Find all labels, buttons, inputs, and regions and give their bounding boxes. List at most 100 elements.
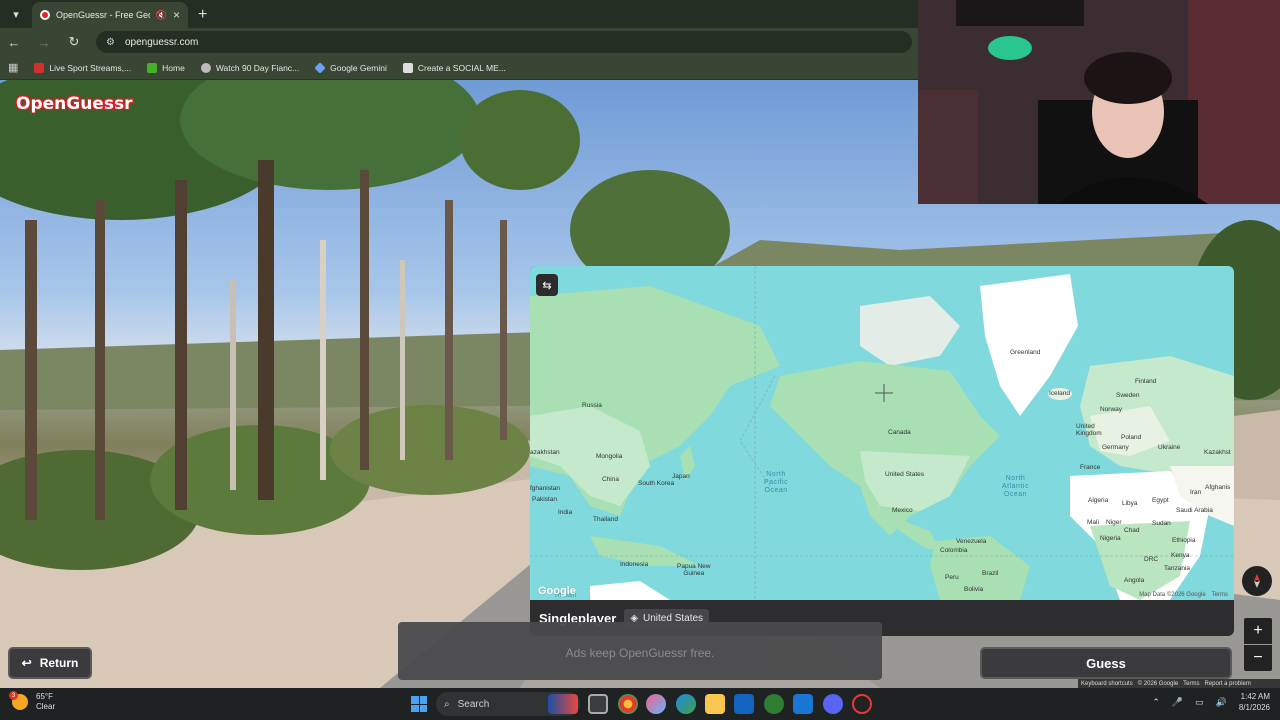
- tab-title: OpenGuessr - Free GeoGue: [56, 10, 150, 20]
- map-label-mexico: Mexico: [892, 507, 913, 514]
- google-map-logo: Google: [538, 585, 576, 597]
- map-label-norway: Norway: [1100, 406, 1123, 413]
- map-label-germany: Germany: [1102, 444, 1129, 451]
- map-label-russia: Russia: [582, 402, 602, 409]
- bookmark-label: Live Sport Streams,...: [49, 62, 132, 73]
- start-button[interactable]: [411, 696, 427, 712]
- bookmark-gemini[interactable]: Google Gemini: [314, 61, 387, 74]
- map-attribution: Map Data ©2026 Google Terms: [1139, 592, 1228, 598]
- map-label-drc: DRC: [1144, 556, 1159, 563]
- bookmark-social[interactable]: Create a SOCIAL ME...: [402, 62, 506, 73]
- return-button[interactable]: ↩ Return: [8, 647, 92, 679]
- map-label-chad: Chad: [1124, 527, 1140, 534]
- world-map[interactable]: ⇆ Greenland Iceland Finland Sweden Norwa…: [530, 266, 1234, 600]
- forward-button[interactable]: →: [36, 35, 52, 50]
- app-icon[interactable]: [852, 694, 872, 714]
- volume-icon[interactable]: 🔊: [1216, 697, 1227, 708]
- task-view-icon[interactable]: [588, 694, 608, 714]
- map-data-attribution: Map Data ©2026 Google: [1139, 592, 1206, 598]
- map-label-afghanistan-east: Afghanis: [1205, 484, 1231, 491]
- map-label-angola: Angola: [1124, 577, 1145, 584]
- map-terms-link[interactable]: Terms: [1212, 592, 1228, 598]
- clock[interactable]: 1:42 AM 8/1/2026: [1239, 691, 1270, 713]
- map-label-greenland: Greenland: [1010, 349, 1041, 356]
- map-label-mongolia: Mongolia: [596, 453, 623, 460]
- url-field[interactable]: ⚙ openguessr.com: [96, 31, 912, 53]
- map-label-algeria: Algeria: [1088, 497, 1109, 504]
- map-label-china: China: [602, 476, 619, 483]
- report-problem-link[interactable]: Report a problem: [1205, 681, 1251, 687]
- network-icon[interactable]: ▭: [1195, 697, 1204, 708]
- store-icon[interactable]: [734, 694, 754, 714]
- apps-grid-icon[interactable]: ▦: [8, 61, 18, 74]
- back-button[interactable]: ←: [6, 35, 22, 50]
- clock-date: 8/1/2026: [1238, 703, 1270, 712]
- map-label-mali: Mali: [1087, 519, 1099, 526]
- keyboard-shortcuts-link[interactable]: Keyboard shortcuts: [1081, 681, 1133, 687]
- map-label-iran: Iran: [1190, 489, 1202, 496]
- microphone-icon[interactable]: 🎤: [1172, 697, 1183, 708]
- bookmark-90-day[interactable]: Watch 90 Day Fianc...: [200, 62, 300, 73]
- page-icon: [402, 62, 413, 73]
- map-label-south-korea: South Korea: [638, 480, 675, 487]
- map-label-japan: Japan: [672, 473, 690, 480]
- map-label-afghanistan-west: fghanistan: [530, 485, 560, 492]
- openguessr-favicon-icon: [40, 10, 50, 20]
- search-label: Search: [457, 698, 490, 710]
- webcam-image: [918, 0, 1280, 204]
- tab-openguessr[interactable]: OpenGuessr - Free GeoGue 🔇 ×: [32, 2, 188, 28]
- bookmark-label: Watch 90 Day Fianc...: [215, 62, 300, 73]
- edge-icon[interactable]: [676, 694, 696, 714]
- map-label-finland: Finland: [1135, 378, 1157, 385]
- search-icon: ⌕: [444, 698, 450, 710]
- weather-desc: Clear: [36, 702, 56, 711]
- chrome-icon[interactable]: [618, 694, 638, 714]
- chevron-up-icon[interactable]: ⌃: [1152, 697, 1160, 708]
- screen: ▾ OpenGuessr - Free GeoGue 🔇 × + ← → ↻ ⚙…: [0, 0, 1280, 720]
- globe-icon: [200, 62, 211, 73]
- map-label-india: India: [558, 509, 573, 516]
- compass-icon[interactable]: [1242, 566, 1272, 596]
- guess-label: Guess: [1086, 655, 1126, 671]
- map-label-papua-new-guinea: Papua New Guinea: [677, 563, 711, 577]
- bookmarks-bar: ▦ Live Sport Streams,... Home Watch 90 D…: [0, 56, 918, 80]
- clock-time: 1:42 AM: [1240, 692, 1270, 701]
- kick-icon: [147, 62, 158, 73]
- map-label-brazil: Brazil: [982, 570, 999, 577]
- tab-search-menu[interactable]: ▾: [4, 2, 28, 26]
- map-settings-button[interactable]: ⇆: [536, 274, 558, 296]
- bookmark-live-sport[interactable]: Live Sport Streams,...: [34, 62, 132, 73]
- zoom-in-button[interactable]: +: [1244, 618, 1272, 644]
- map-label-iceland: Iceland: [1049, 390, 1070, 397]
- file-explorer-icon[interactable]: [705, 694, 725, 714]
- bookmark-home[interactable]: Home: [147, 62, 185, 73]
- site-info-icon[interactable]: ⚙: [106, 37, 115, 48]
- map-label-pakistan: Pakistan: [532, 496, 557, 503]
- sv-terms-link[interactable]: Terms: [1183, 681, 1199, 687]
- map-label-canada: Canada: [888, 429, 911, 436]
- bookmark-label: Create a SOCIAL ME...: [417, 62, 506, 73]
- weather-widget[interactable]: 3 65°F Clear: [9, 691, 56, 712]
- bookmark-label: Google Gemini: [330, 62, 387, 73]
- close-tab-icon[interactable]: ×: [173, 8, 180, 22]
- map-label-kazakhstan-west: azakhstan: [530, 449, 560, 456]
- search-highlight-icon[interactable]: [548, 694, 578, 714]
- windows-logo-icon: [411, 696, 419, 704]
- zoom-out-button[interactable]: −: [1244, 645, 1272, 671]
- reload-button[interactable]: ↻: [66, 34, 82, 50]
- outlook-icon[interactable]: [793, 694, 813, 714]
- openguessr-logo[interactable]: OpenGuessr: [16, 94, 132, 114]
- map-label-thailand: Thailand: [593, 516, 618, 523]
- bookmark-label: Home: [162, 62, 185, 73]
- map-label-tanzania: Tanzania: [1164, 565, 1191, 572]
- map-label-nigeria: Nigeria: [1100, 535, 1121, 542]
- copilot-icon[interactable]: [646, 694, 666, 714]
- mute-icon[interactable]: 🔇: [156, 10, 167, 21]
- ad-placeholder: Ads keep OpenGuessr free.: [398, 622, 882, 680]
- live-icon: [34, 62, 45, 73]
- xbox-icon[interactable]: [764, 694, 784, 714]
- map-label-north-pacific: North Pacific Ocean: [764, 471, 789, 494]
- new-tab-button[interactable]: +: [198, 6, 207, 24]
- discord-icon[interactable]: [823, 694, 843, 714]
- guess-button[interactable]: Guess: [980, 647, 1232, 679]
